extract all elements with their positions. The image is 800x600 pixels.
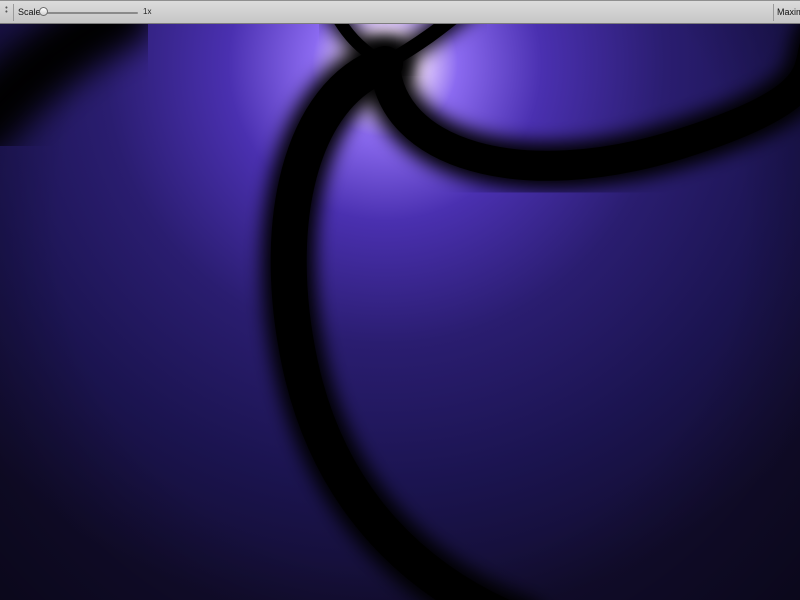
game-view-canvas[interactable] [0,24,800,600]
scale-value: 1x [143,7,152,16]
scale-slider-track[interactable] [40,12,138,14]
maximize-on-play-button[interactable]: Maxim [777,6,800,18]
toolbar-divider [773,4,774,21]
game-view-toolbar: • • Scale 1x Maxim [0,0,800,24]
scale-label: Scale [18,7,41,17]
toolbar-divider [13,4,14,21]
spiral-render [0,24,800,600]
drag-handle-icon[interactable]: • • [3,5,10,18]
scale-slider-thumb[interactable] [39,7,48,16]
vignette-overlay [0,24,800,600]
